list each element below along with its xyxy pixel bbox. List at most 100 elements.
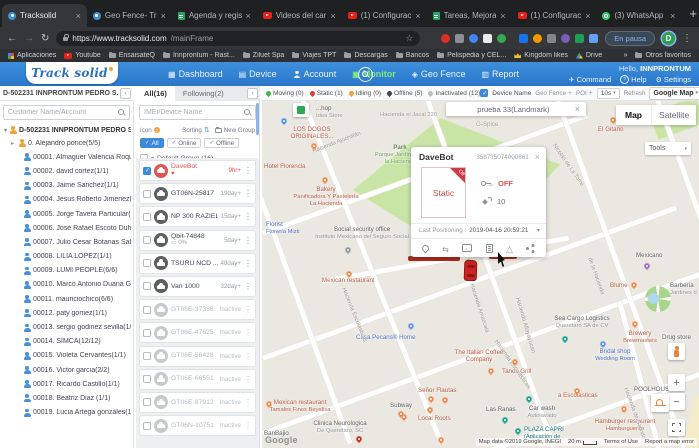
- bookmark-item[interactable]: Drive: [575, 52, 602, 59]
- locate-icon[interactable]: [420, 243, 431, 253]
- bookmark-item[interactable]: Aplicaciones: [8, 52, 56, 59]
- tree-item[interactable]: 00014. SIMCA(12/12): [0, 335, 133, 349]
- tree-item[interactable]: 00004. Jesus Roberto Jimenez(1/1): [0, 193, 133, 207]
- alert-icon[interactable]: [506, 239, 513, 257]
- status-filter[interactable]: Static (1): [308, 89, 343, 97]
- map-pin[interactable]: [426, 394, 436, 404]
- other-bookmarks-button[interactable]: Otros favoritos: [635, 51, 691, 59]
- device-checkbox[interactable]: [143, 398, 151, 407]
- tree-item[interactable]: 00015. Violeta Cervantes(1/1): [0, 349, 133, 363]
- tab-close-icon[interactable]: [415, 11, 420, 21]
- new-group-button[interactable]: New Group: [214, 126, 255, 134]
- device-menu-icon[interactable]: [244, 398, 252, 407]
- device-checkbox[interactable]: [143, 352, 151, 360]
- back-icon[interactable]: [7, 33, 17, 44]
- tree-item[interactable]: 00017. Ricardo Castillo(1/1): [0, 377, 133, 391]
- extension-icon[interactable]: [441, 33, 451, 43]
- device-checkbox[interactable]: [143, 421, 151, 430]
- extension-icon[interactable]: [561, 33, 571, 43]
- device-checkbox[interactable]: [143, 305, 151, 314]
- device-menu-icon[interactable]: [244, 352, 252, 361]
- tab-all-devices[interactable]: All(16): [136, 86, 175, 101]
- refresh-button[interactable]: Refresh: [624, 90, 646, 97]
- status-filter[interactable]: Moving (0): [264, 89, 304, 97]
- zoom-out-button[interactable]: [668, 393, 685, 410]
- browser-menu-icon[interactable]: [682, 33, 692, 44]
- device-menu-icon[interactable]: [244, 259, 252, 268]
- bookmark-item[interactable]: Ziluet Spa: [242, 52, 284, 59]
- browser-tab[interactable]: Tracksolid: [2, 4, 87, 27]
- map-pin[interactable]: [629, 280, 639, 290]
- device-row[interactable]: NP 300 RAZIEL 15day+: [139, 206, 256, 228]
- map-pin[interactable]: [320, 175, 330, 185]
- tab-following[interactable]: Following(2): [175, 86, 232, 101]
- bookmarks-overflow-button[interactable]: »: [624, 52, 628, 59]
- device-menu-icon[interactable]: [244, 236, 252, 245]
- device-checkbox[interactable]: [143, 236, 151, 245]
- report-error-link[interactable]: Report a map error: [645, 439, 694, 445]
- nav-item[interactable]: Geo Fence: [412, 69, 466, 79]
- device-row[interactable]: GT06E-56428 Inactive: [139, 345, 256, 367]
- map-button[interactable]: Map: [616, 105, 652, 125]
- device-checkbox[interactable]: [143, 375, 151, 384]
- tree-item[interactable]: 00003. Jaime Sanchez(1/1): [0, 179, 133, 193]
- map-pin[interactable]: [406, 321, 416, 331]
- tree-item[interactable]: 00018. Beatriz Diaz (1/1): [0, 391, 133, 405]
- map-pin[interactable]: [279, 116, 289, 126]
- device-row[interactable]: GT06E-47625 Inactive: [139, 322, 256, 344]
- browser-tab[interactable]: Videos del canal -: [257, 4, 342, 27]
- tree-item[interactable]: 00010. Marco Antonio Duana Garcia(1/1): [0, 278, 133, 292]
- tree-item[interactable]: 00007. Julio Cesar Botanas Sabrositas S: [0, 235, 133, 249]
- map-search-pill[interactable]: prueba 33(Landmark): [446, 102, 586, 116]
- tree-item[interactable]: 00009. LUMI PEOPLE(6/6): [0, 264, 133, 278]
- tab-close-icon[interactable]: [500, 11, 505, 21]
- bookmark-item[interactable]: Bancos: [395, 52, 429, 59]
- nav-item[interactable]: Dashboard: [168, 69, 223, 79]
- device-checkbox[interactable]: [143, 282, 151, 291]
- tab-close-icon[interactable]: [585, 11, 590, 21]
- device-row[interactable]: Van 1000 32day+: [139, 275, 256, 297]
- map-pin[interactable]: [486, 366, 496, 376]
- landmark-marker[interactable]: [293, 103, 309, 117]
- device-row[interactable]: Qbit-74848 ▭ 0% 5day+: [139, 229, 256, 251]
- map-pin[interactable]: [354, 434, 364, 444]
- tree-item[interactable]: 00005. Jorge Tavera Particular(1/1): [0, 207, 133, 221]
- extension-icon[interactable]: [455, 33, 465, 43]
- help-link[interactable]: ? Help: [620, 75, 647, 84]
- collapse-left-panel-button[interactable]: [120, 87, 131, 99]
- customer-search-input[interactable]: [4, 109, 129, 116]
- extension-icon[interactable]: [483, 33, 493, 43]
- browser-tab[interactable]: Tareas, Mejoras,: [427, 4, 512, 27]
- sorting-button[interactable]: Sorting: [182, 126, 209, 134]
- poi-toggle[interactable]: POI: [576, 90, 587, 97]
- tree-item[interactable]: 00016. Victor garcia(2/2): [0, 363, 133, 377]
- status-filter[interactable]: Offline (5): [385, 89, 422, 97]
- tree-root-item[interactable]: D-502231 INNPRONTUM PEDRO SOSA(5: [0, 124, 133, 136]
- tree-item[interactable]: 00006. José Rafael Escoto Duhart(1/1): [0, 221, 133, 235]
- status-filter[interactable]: Idling (0): [347, 89, 381, 97]
- device-panel-scrollbar[interactable]: [256, 103, 259, 135]
- collapse-device-panel-button[interactable]: [247, 88, 258, 99]
- device-row[interactable]: GT06N-25817 19day+: [139, 183, 256, 205]
- tree-item[interactable]: 00013. sergio godinez sevilla(1/1): [0, 320, 133, 334]
- pegman-control[interactable]: [668, 343, 685, 360]
- zoom-in-button[interactable]: [668, 374, 685, 391]
- browser-tab[interactable]: Agenda y registro: [172, 4, 257, 27]
- tab-close-icon[interactable]: [246, 11, 251, 21]
- reload-icon[interactable]: [41, 33, 49, 44]
- tree-item[interactable]: 00012. paty gomez(1/1): [0, 306, 133, 320]
- expand-details-icon[interactable]: [537, 227, 540, 234]
- map-pin[interactable]: [560, 334, 570, 344]
- device-row[interactable]: GT06E-66551 Inactive: [139, 368, 256, 390]
- device-row[interactable]: DaveBot ♥ 9hr+: [139, 160, 256, 181]
- bookmark-item[interactable]: Kingdom likes: [514, 52, 568, 59]
- share-icon[interactable]: [526, 244, 535, 253]
- chevron-right-icon[interactable]: [11, 140, 16, 147]
- extension-icon[interactable]: [469, 33, 479, 43]
- device-row[interactable]: TSURU NCD ... 48day+: [139, 252, 256, 274]
- map-pin[interactable]: [513, 426, 523, 436]
- fullscreen-button[interactable]: [668, 419, 685, 436]
- alarm-bell-control[interactable]: [651, 394, 669, 412]
- tree-item[interactable]: 00001. Almaguer Valencia Roque(2/2): [0, 150, 133, 164]
- header-search-button[interactable]: [358, 67, 373, 82]
